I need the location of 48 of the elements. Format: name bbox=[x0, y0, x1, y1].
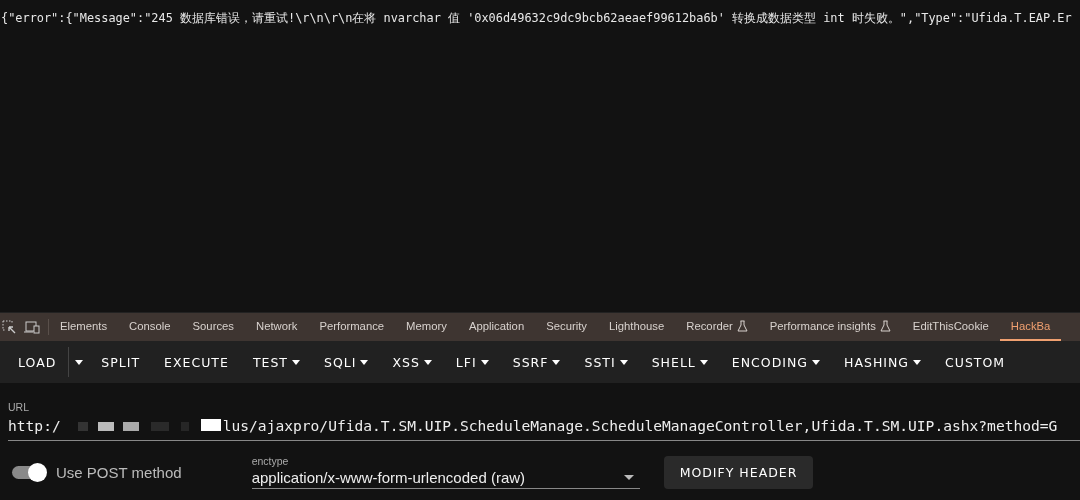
devtools-tab[interactable]: Performance bbox=[308, 313, 396, 341]
url-label: URL bbox=[8, 401, 30, 413]
device-icon[interactable] bbox=[24, 320, 40, 334]
devtools-tab[interactable]: Sources bbox=[181, 313, 245, 341]
caret-icon bbox=[619, 359, 628, 365]
flask-icon bbox=[879, 320, 891, 332]
caret-icon bbox=[75, 359, 84, 365]
dropdown-caret-icon bbox=[623, 475, 634, 480]
enctype-select[interactable]: application/x-www-form-urlencoded (raw) bbox=[251, 467, 640, 489]
devtools-tab[interactable]: Lighthouse bbox=[598, 313, 676, 341]
post-toggle[interactable] bbox=[10, 462, 48, 482]
toolbar-button[interactable]: SPLIT bbox=[89, 341, 153, 383]
devtools-tab[interactable]: Elements bbox=[49, 313, 119, 341]
devtools-tab[interactable]: Performance insights bbox=[758, 313, 902, 341]
devtools-tab[interactable]: Security bbox=[535, 313, 598, 341]
caret-icon bbox=[360, 359, 369, 365]
toolbar-menu-button[interactable]: XSS bbox=[380, 341, 444, 383]
devtools-tab[interactable]: Memory bbox=[395, 313, 458, 341]
devtools-tab[interactable]: Console bbox=[118, 313, 182, 341]
devtools-tab[interactable]: Recorder bbox=[675, 313, 759, 341]
toolbar-menu-button[interactable]: SSTI bbox=[572, 341, 640, 383]
caret-icon bbox=[423, 359, 432, 365]
toolbar-button[interactable]: LOAD bbox=[6, 347, 69, 377]
flask-icon bbox=[736, 320, 748, 332]
caret-icon bbox=[292, 359, 300, 365]
devtools-tab[interactable]: EditThisCookie bbox=[901, 313, 1000, 341]
caret-icon bbox=[812, 359, 820, 365]
toolbar-menu-button[interactable]: LFI bbox=[443, 341, 501, 383]
devtools-tab[interactable]: Network bbox=[245, 313, 309, 341]
toolbar-menu-button[interactable]: SQLI bbox=[312, 341, 381, 383]
toolbar-button[interactable]: CUSTOM bbox=[933, 341, 1018, 383]
response-text: {"error":{"Message":"245 数据库错误，请重试!\r\n\r\n在将 nvarchar 值 '0x06d49632c9dc9bcb62aeaef99612ba6b' 转换成数据类型 int 时失败。","Type":"Ufida.T.EAP.Er bbox=[1, 11, 1072, 27]
caret-icon bbox=[699, 359, 708, 365]
toolbar-menu-button[interactable]: SHELL bbox=[639, 341, 720, 383]
toolbar-button[interactable]: EXECUTE bbox=[152, 341, 241, 383]
caret-icon bbox=[552, 359, 561, 365]
toggle-label: Use POST method bbox=[56, 463, 182, 481]
toolbar-menu-button[interactable]: TEST bbox=[240, 341, 312, 383]
url-field[interactable]: http:/ lus/ajaxpro/Ufida.T.SM.UIP.ScheduleManage.ScheduleManageController,Ufida.T.SM.UIP.ashx?method=G bbox=[8, 413, 1080, 441]
toolbar-menu-button[interactable]: HASHING bbox=[832, 341, 933, 383]
enctype-label: enctype bbox=[251, 455, 290, 467]
caret-icon bbox=[480, 359, 489, 365]
inspect-icon[interactable] bbox=[2, 320, 16, 334]
modify-header-button[interactable]: MODIFY HEADER bbox=[663, 455, 814, 489]
caret-icon bbox=[913, 359, 921, 365]
devtools-tab[interactable]: Application bbox=[457, 313, 536, 341]
toolbar-menu-button[interactable]: SSRF bbox=[500, 341, 573, 383]
toolbar-menu-button[interactable]: ENCODING bbox=[719, 341, 832, 383]
